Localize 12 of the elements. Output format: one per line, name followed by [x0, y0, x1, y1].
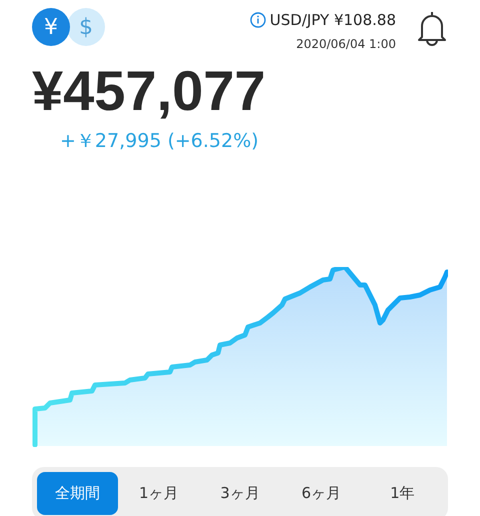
rate-timestamp: 2020/06/04 1:00 [296, 36, 396, 52]
exchange-rate: USD/JPY ¥108.88 [270, 10, 396, 31]
period-tab[interactable]: 6ヶ月 [280, 472, 362, 515]
balance-change: +￥27,995 (+6.52%) [60, 130, 259, 152]
notification-bell-icon[interactable] [416, 10, 448, 46]
period-tab[interactable]: 3ヶ月 [199, 472, 281, 515]
period-tab[interactable]: 全期間 [37, 472, 118, 515]
period-tab[interactable]: 1年 [362, 472, 444, 515]
period-tab[interactable]: 1ヶ月 [118, 472, 200, 515]
currency-toggle[interactable]: ¥ [32, 8, 70, 46]
info-icon[interactable] [250, 12, 266, 28]
total-balance: ¥457,077 [32, 62, 267, 118]
